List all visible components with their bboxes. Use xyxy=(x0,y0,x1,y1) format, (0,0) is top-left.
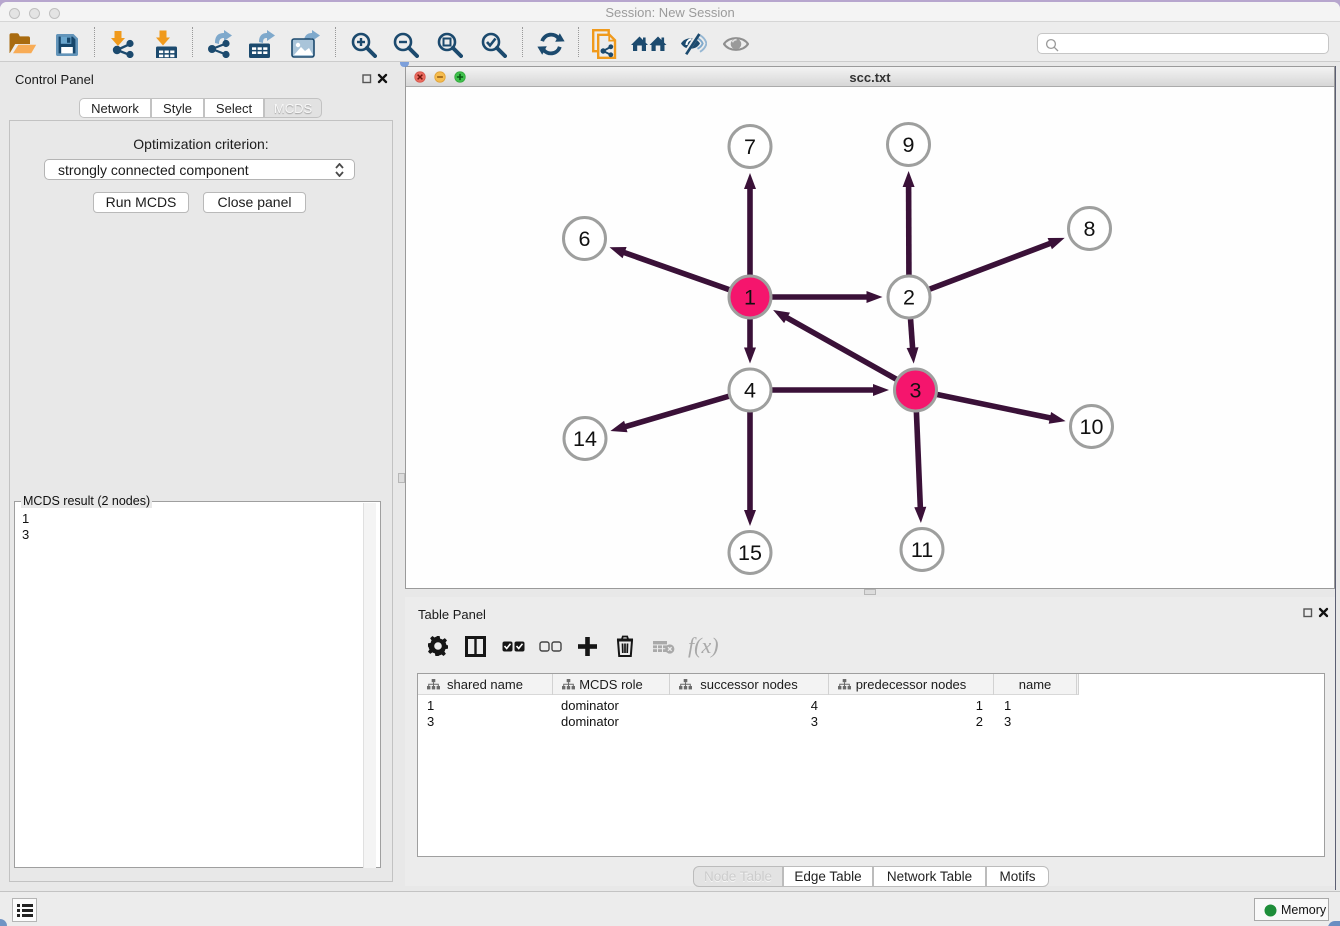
svg-text:15: 15 xyxy=(738,541,762,565)
svg-text:14: 14 xyxy=(573,427,597,451)
svg-text:6: 6 xyxy=(579,227,591,251)
svg-text:10: 10 xyxy=(1080,415,1104,439)
svg-text:3: 3 xyxy=(910,379,922,403)
svg-text:4: 4 xyxy=(744,379,756,403)
svg-text:2: 2 xyxy=(903,286,915,310)
svg-text:8: 8 xyxy=(1084,217,1096,241)
svg-text:11: 11 xyxy=(911,538,933,562)
svg-text:7: 7 xyxy=(744,135,756,159)
svg-text:9: 9 xyxy=(903,133,915,157)
svg-text:1: 1 xyxy=(744,286,756,310)
